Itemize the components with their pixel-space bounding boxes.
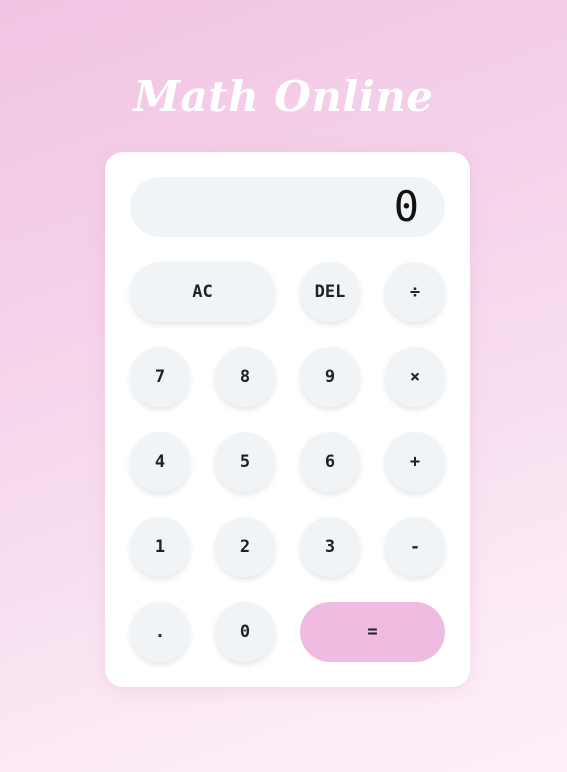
app-title: Math Online bbox=[133, 72, 434, 121]
divide-button[interactable]: ÷ bbox=[385, 262, 445, 322]
digit-8-button[interactable]: 8 bbox=[215, 347, 275, 407]
calculator-panel: 0 AC DEL ÷ 7 8 9 × 4 5 6 + 1 2 3 - . 0 = bbox=[105, 152, 470, 687]
calculator-display: 0 bbox=[130, 177, 445, 237]
digit-1-button[interactable]: 1 bbox=[130, 517, 190, 577]
delete-button[interactable]: DEL bbox=[300, 262, 360, 322]
multiply-button[interactable]: × bbox=[385, 347, 445, 407]
add-button[interactable]: + bbox=[385, 432, 445, 492]
digit-4-button[interactable]: 4 bbox=[130, 432, 190, 492]
decimal-button[interactable]: . bbox=[130, 602, 190, 662]
digit-6-button[interactable]: 6 bbox=[300, 432, 360, 492]
digit-9-button[interactable]: 9 bbox=[300, 347, 360, 407]
subtract-button[interactable]: - bbox=[385, 517, 445, 577]
digit-7-button[interactable]: 7 bbox=[130, 347, 190, 407]
digit-3-button[interactable]: 3 bbox=[300, 517, 360, 577]
digit-0-button[interactable]: 0 bbox=[215, 602, 275, 662]
digit-2-button[interactable]: 2 bbox=[215, 517, 275, 577]
clear-button[interactable]: AC bbox=[130, 262, 275, 322]
equals-button[interactable]: = bbox=[300, 602, 445, 662]
digit-5-button[interactable]: 5 bbox=[215, 432, 275, 492]
